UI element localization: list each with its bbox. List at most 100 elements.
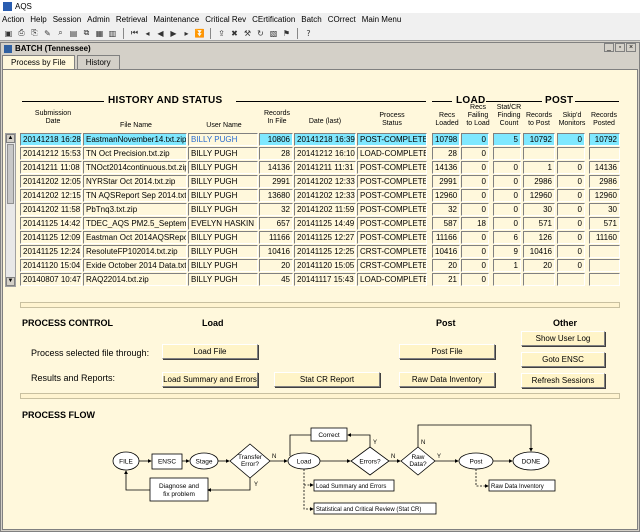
cell-statcr-count[interactable]: 9 bbox=[493, 245, 521, 258]
cell-records-to-post[interactable] bbox=[523, 147, 555, 160]
menu-item-retrieval[interactable]: Retrieval bbox=[116, 15, 148, 24]
cell-skipd-monitors[interactable]: 0 bbox=[557, 259, 585, 272]
cell-file-name[interactable]: TN Oct Precision.txt.zip bbox=[83, 147, 187, 160]
cell-file-name[interactable]: ResoluteFP102014.txt.zip bbox=[83, 245, 187, 258]
cell-process-status[interactable]: POST-COMPLETED bbox=[357, 175, 427, 188]
cell-skipd-monitors[interactable]: 0 bbox=[557, 133, 585, 146]
cell-process-status[interactable]: POST-COMPLETED bbox=[357, 217, 427, 230]
cell-date-last[interactable]: 20141125 12:25 bbox=[294, 245, 356, 258]
cell-date-last[interactable]: 20141212 16:10 bbox=[294, 147, 356, 160]
cell-sub-date[interactable]: 20141120 15:04 bbox=[20, 259, 82, 272]
cell-user-name[interactable]: BILLY PUGH bbox=[188, 175, 258, 188]
table-icon[interactable]: ▥ bbox=[107, 28, 118, 39]
load-summary-button[interactable]: Load Summary and Errors bbox=[162, 372, 258, 387]
cell-date-last[interactable]: 20141120 15:05 bbox=[294, 259, 356, 272]
cell-sub-date[interactable]: 20141125 12:24 bbox=[20, 245, 82, 258]
cell-process-status[interactable]: CRST-COMPLETED bbox=[357, 259, 427, 272]
tab-history[interactable]: History bbox=[76, 55, 120, 69]
cell-statcr-count[interactable]: 6 bbox=[493, 231, 521, 244]
first-icon[interactable]: ⏮ bbox=[129, 28, 140, 39]
cell-user-name[interactable]: BILLY PUGH bbox=[188, 231, 258, 244]
cell-records-posted[interactable]: 30 bbox=[589, 203, 620, 216]
close-icon[interactable]: × bbox=[626, 43, 636, 52]
cell-statcr-count[interactable]: 0 bbox=[493, 175, 521, 188]
cell-records-in-file[interactable]: 28 bbox=[259, 147, 293, 160]
cell-records-to-post[interactable] bbox=[523, 273, 555, 286]
cell-sub-date[interactable]: 20140807 10:47 bbox=[20, 273, 82, 286]
cell-file-name[interactable]: TN AQSReport Sep 2014.txt. bbox=[83, 189, 187, 202]
menu-item-action[interactable]: Action bbox=[2, 15, 24, 24]
chart-icon[interactable]: ▧ bbox=[268, 28, 279, 39]
cell-user-name[interactable]: BILLY PUGH bbox=[188, 147, 258, 160]
cell-date-last[interactable]: 20141211 11:31 bbox=[294, 161, 356, 174]
raw-data-inventory-button[interactable]: Raw Data Inventory bbox=[399, 372, 495, 387]
menu-item-maintenance[interactable]: Maintenance bbox=[153, 15, 199, 24]
tab-process-by-file[interactable]: Process by File bbox=[2, 55, 75, 69]
cell-records-to-post[interactable]: 20 bbox=[523, 259, 555, 272]
cell-recs-failing[interactable]: 0 bbox=[461, 133, 489, 146]
cell-process-status[interactable]: POST-COMPLETED bbox=[357, 189, 427, 202]
cell-recs-failing[interactable]: 0 bbox=[461, 273, 489, 286]
cell-date-last[interactable]: 20141125 12:27 bbox=[294, 231, 356, 244]
cell-date-last[interactable]: 20141218 16:39 bbox=[294, 133, 356, 146]
cell-user-name[interactable]: BILLY PUGH bbox=[188, 259, 258, 272]
cell-records-to-post[interactable]: 10792 bbox=[523, 133, 555, 146]
next-icon[interactable]: ▶ bbox=[168, 28, 179, 39]
cell-records-posted[interactable]: 10792 bbox=[589, 133, 620, 146]
cell-records-posted[interactable]: 11160 bbox=[589, 231, 620, 244]
cell-skipd-monitors[interactable] bbox=[557, 147, 585, 160]
cell-statcr-count[interactable]: 0 bbox=[493, 217, 521, 230]
cell-records-in-file[interactable]: 2991 bbox=[259, 175, 293, 188]
cell-skipd-monitors[interactable]: 0 bbox=[557, 203, 585, 216]
save-icon[interactable]: ▣ bbox=[3, 28, 14, 39]
restore-icon[interactable]: ▫ bbox=[615, 43, 625, 52]
cell-statcr-count[interactable]: 0 bbox=[493, 161, 521, 174]
menu-item-session[interactable]: Session bbox=[53, 15, 81, 24]
cell-user-name[interactable]: BILLY PUGH bbox=[188, 203, 258, 216]
down-icon[interactable]: ⏬ bbox=[194, 28, 205, 39]
cell-records-in-file[interactable]: 10806 bbox=[259, 133, 293, 146]
flag-icon[interactable]: ⚑ bbox=[281, 28, 292, 39]
menu-item-certification[interactable]: CErtification bbox=[252, 15, 295, 24]
cell-skipd-monitors[interactable]: 0 bbox=[557, 217, 585, 230]
cell-records-to-post[interactable]: 30 bbox=[523, 203, 555, 216]
refresh-sessions-button[interactable]: Refresh Sessions bbox=[521, 373, 605, 388]
cell-records-to-post[interactable]: 2986 bbox=[523, 175, 555, 188]
refresh-icon[interactable]: ↻ bbox=[255, 28, 266, 39]
cell-records-to-post[interactable]: 1 bbox=[523, 161, 555, 174]
cell-recs-loaded[interactable]: 20 bbox=[432, 259, 460, 272]
cell-recs-failing[interactable]: 0 bbox=[461, 161, 489, 174]
cell-recs-loaded[interactable]: 10416 bbox=[432, 245, 460, 258]
cell-skipd-monitors[interactable] bbox=[557, 273, 585, 286]
cell-process-status[interactable]: LOAD-COMPLETED bbox=[357, 147, 427, 160]
cell-process-status[interactable]: LOAD-COMPLETED bbox=[357, 273, 427, 286]
post-file-button[interactable]: Post File bbox=[399, 344, 495, 359]
cell-user-name[interactable]: BILLY PUGH bbox=[188, 133, 258, 146]
cell-records-to-post[interactable]: 10416 bbox=[523, 245, 555, 258]
cell-records-posted[interactable] bbox=[589, 245, 620, 258]
cell-recs-loaded[interactable]: 28 bbox=[432, 147, 460, 160]
show-user-log-button[interactable]: Show User Log bbox=[521, 331, 605, 346]
cell-file-name[interactable]: TDEC_AQS PM2.5_Septemb bbox=[83, 217, 187, 230]
cell-file-name[interactable]: NYRStar Oct 2014.txt.zip bbox=[83, 175, 187, 188]
goto-ensc-button[interactable]: Goto ENSC bbox=[521, 352, 605, 367]
cell-recs-loaded[interactable]: 11166 bbox=[432, 231, 460, 244]
cell-date-last[interactable]: 20141202 11:59 bbox=[294, 203, 356, 216]
cell-recs-loaded[interactable]: 21 bbox=[432, 273, 460, 286]
cell-user-name[interactable]: BILLY PUGH bbox=[188, 161, 258, 174]
cell-records-in-file[interactable]: 32 bbox=[259, 203, 293, 216]
upload-icon[interactable]: ⇪ bbox=[216, 28, 227, 39]
tools-icon[interactable]: ⚒ bbox=[242, 28, 253, 39]
delete-icon[interactable]: ✖ bbox=[229, 28, 240, 39]
menu-item-help[interactable]: Help bbox=[30, 15, 46, 24]
cell-recs-failing[interactable]: 18 bbox=[461, 217, 489, 230]
cell-sub-date[interactable]: 20141202 11:58 bbox=[20, 203, 82, 216]
cell-records-to-post[interactable]: 571 bbox=[523, 217, 555, 230]
find-icon[interactable]: ⌕ bbox=[55, 28, 66, 39]
cell-records-in-file[interactable]: 20 bbox=[259, 259, 293, 272]
cell-skipd-monitors[interactable]: 0 bbox=[557, 245, 585, 258]
last-icon[interactable]: ▸ bbox=[181, 28, 192, 39]
cell-recs-failing[interactable]: 0 bbox=[461, 245, 489, 258]
cell-file-name[interactable]: EastmanNovember14.txt.zip bbox=[83, 133, 187, 146]
cell-records-in-file[interactable]: 45 bbox=[259, 273, 293, 286]
